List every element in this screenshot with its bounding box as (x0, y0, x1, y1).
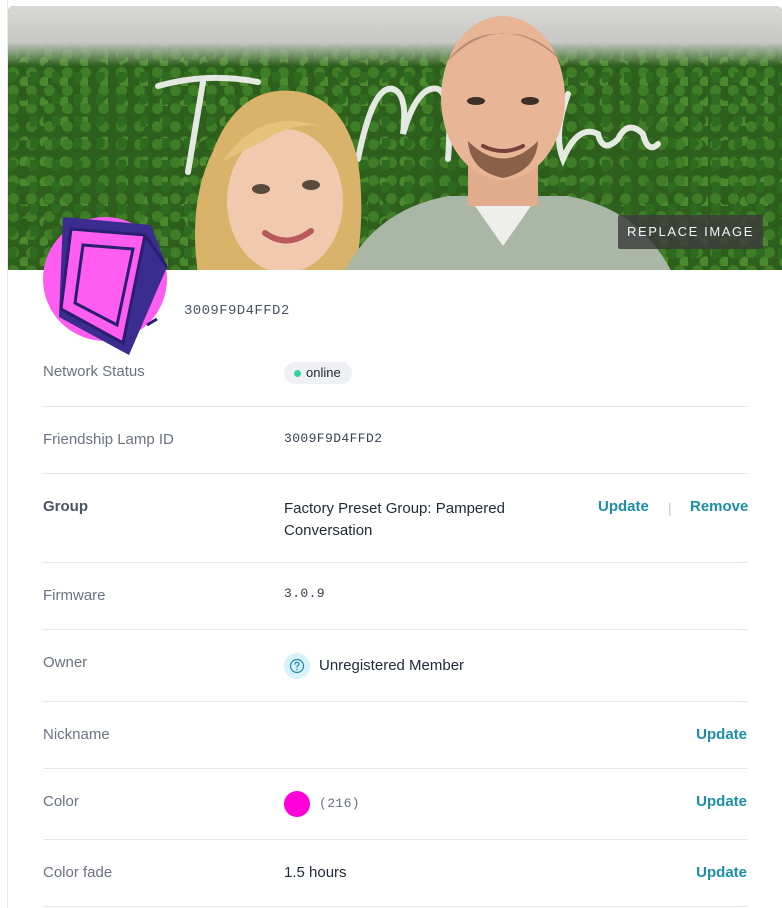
device-details-list: Network Status online Friendship Lamp ID… (43, 340, 748, 907)
lamp-id-label: Friendship Lamp ID (43, 431, 174, 448)
row-network-status: Network Status online (43, 340, 747, 407)
group-action-separator: | (668, 500, 672, 516)
color-label: Color (43, 793, 79, 810)
group-update-button[interactable]: Update (598, 498, 649, 515)
row-color: Color (216) Update (43, 769, 747, 840)
row-color-fade: Color fade 1.5 hours Update (43, 840, 747, 907)
color-update-button[interactable]: Update (696, 793, 747, 810)
status-badge: online (284, 362, 352, 384)
device-id-header: 3009F9D4FFD2 (184, 303, 290, 319)
row-group: Group Factory Preset Group: Pampered Con… (43, 474, 748, 563)
firmware-value: 3.0.9 (284, 586, 326, 601)
row-firmware: Firmware 3.0.9 (43, 563, 747, 630)
color-fade-label: Color fade (43, 864, 113, 881)
group-value-line2: Conversation (284, 522, 373, 539)
page-left-edge (0, 0, 8, 908)
network-status-label: Network Status (43, 363, 145, 380)
row-owner: Owner Unregistered Member (43, 630, 747, 702)
color-fade-value: 1.5 hours (284, 864, 347, 881)
group-label: Group (43, 498, 88, 515)
color-fade-update-button[interactable]: Update (696, 864, 747, 881)
owner-label: Owner (43, 654, 88, 671)
group-value-line1: Factory Preset Group: Pampered (284, 500, 505, 517)
row-nickname: Nickname Update (43, 702, 747, 769)
replace-image-button[interactable]: REPLACE IMAGE (618, 215, 763, 249)
firmware-label: Firmware (43, 587, 106, 604)
color-value: (216) (319, 796, 361, 811)
status-text: online (306, 365, 341, 380)
nickname-label: Nickname (43, 726, 110, 743)
status-dot-icon (294, 370, 301, 377)
row-lamp-id: Friendship Lamp ID 3009F9D4FFD2 (43, 407, 747, 474)
lamp-id-value: 3009F9D4FFD2 (284, 431, 383, 446)
question-circle-icon (284, 653, 310, 679)
color-swatch (284, 791, 310, 817)
lamp-avatar-icon (43, 217, 167, 355)
group-value: Factory Preset Group: Pampered Conversat… (284, 498, 544, 542)
nickname-update-button[interactable]: Update (696, 726, 747, 743)
group-remove-button[interactable]: Remove (690, 498, 748, 515)
owner-value: Unregistered Member (319, 657, 465, 674)
